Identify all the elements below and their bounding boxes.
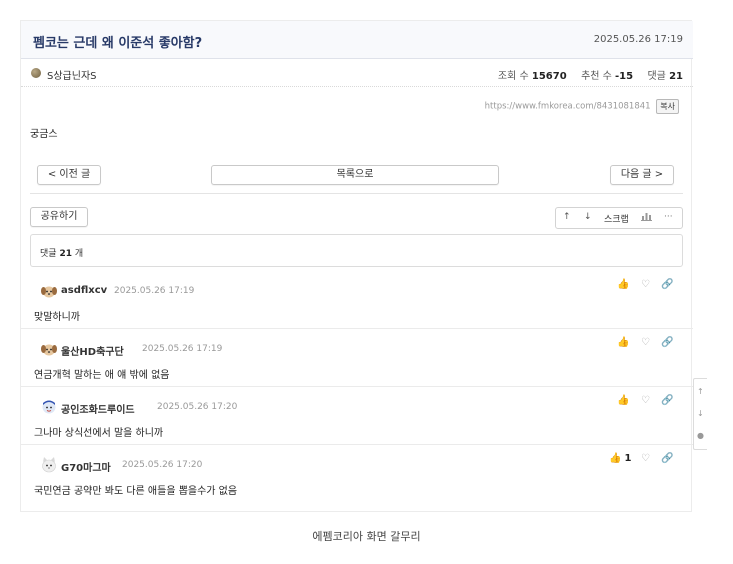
post-date: 2025.05.26 17:19 xyxy=(593,34,683,45)
permalink-row: https://www.fmkorea.com/8431081841 복사 xyxy=(485,99,679,114)
post-meta: S상급닌자S 조회 수 15670 추천 수 -15 댓글 21 xyxy=(21,59,693,87)
thumbs-up-icon[interactable]: 👍 xyxy=(617,337,629,348)
side-up-icon[interactable]: ↑ xyxy=(697,387,704,396)
comment-actions: 👍 1 ♡ 🔗 xyxy=(609,453,677,469)
permalink-url[interactable]: https://www.fmkorea.com/8431081841 xyxy=(485,102,651,112)
comment-date: 2025.05.26 17:19 xyxy=(142,344,223,354)
comment-author[interactable]: G70마그마 xyxy=(61,459,111,474)
views-label: 조회 수 xyxy=(497,71,529,82)
comment-actions: 👍 ♡ 🔗 xyxy=(617,279,677,295)
copy-url-button[interactable]: 복사 xyxy=(656,99,679,114)
comment-text: 그나마 상식선에서 말을 하니까 xyxy=(34,428,164,439)
arrow-down-icon[interactable]: ↓ xyxy=(584,212,592,222)
level-badge-icon xyxy=(31,68,41,78)
next-post-button[interactable]: 다음 글 > xyxy=(610,165,674,185)
scrap-button[interactable]: 스크랩 xyxy=(604,212,629,225)
comment-date: 2025.05.26 17:20 xyxy=(157,402,238,412)
post-header: 펨코는 근데 왜 이준석 좋아함? 2025.05.26 17:19 xyxy=(21,21,693,59)
comment-item: 공인조화드루이드 2025.05.26 17:20 그나마 상식선에서 말을 하… xyxy=(21,387,693,445)
comment-text: 연금개혁 말하는 애 얘 밖에 없음 xyxy=(34,370,170,381)
thumbs-down-icon[interactable]: ♡ xyxy=(641,453,650,464)
cat-avatar-icon xyxy=(39,457,59,473)
bar-chart-icon[interactable] xyxy=(641,212,652,224)
side-down-icon[interactable]: ↓ xyxy=(697,409,704,418)
post-stats: 조회 수 15670 추천 수 -15 댓글 21 xyxy=(498,67,683,82)
comment-item: G70마그마 2025.05.26 17:20 국민연금 공약만 봐도 다른 애… xyxy=(21,445,693,503)
comment-text: 맞말하니까 xyxy=(34,312,80,323)
arrow-up-icon[interactable]: ↑ xyxy=(563,212,571,222)
dog-avatar-icon xyxy=(39,283,59,299)
thumbs-up-icon[interactable]: 👍 xyxy=(617,279,629,290)
character-avatar-icon xyxy=(39,399,59,415)
post-title[interactable]: 펨코는 근데 왜 이준석 좋아함? xyxy=(33,32,202,51)
like-count: 1 xyxy=(624,453,632,464)
comment-item: asdflxcv 2025.05.26 17:19 맞말하니까 👍 ♡ 🔗 xyxy=(21,271,693,329)
comment-text: 국민연금 공약만 봐도 다른 애들을 뽑을수가 없음 xyxy=(34,486,238,497)
thumbs-up-icon[interactable]: 👍 xyxy=(617,395,629,406)
thumbs-down-icon[interactable]: ♡ xyxy=(641,337,650,348)
comment-count-unit: 개 xyxy=(74,249,84,259)
votes-count: -15 xyxy=(615,71,634,82)
comment-author[interactable]: 공인조화드루이드 xyxy=(61,401,135,416)
post-author[interactable]: S상급닌자S xyxy=(47,67,97,82)
comment-date: 2025.05.26 17:20 xyxy=(122,460,203,470)
comment-author[interactable]: asdflxcv xyxy=(61,285,107,296)
comment-count-number: 21 xyxy=(59,249,72,259)
link-icon[interactable]: 🔗 xyxy=(661,337,673,348)
post-tools: ↑ ↓ 스크랩 ··· xyxy=(555,207,683,229)
comments-count: 21 xyxy=(669,71,683,82)
comment-actions: 👍 ♡ 🔗 xyxy=(617,337,677,353)
dog-avatar-icon xyxy=(39,341,59,357)
comment-summary: 댓글 21 개 xyxy=(30,234,683,267)
comment-count: 댓글 21 개 xyxy=(40,246,83,259)
views-count: 15670 xyxy=(531,71,567,82)
side-scroll-panel[interactable]: ↑ ↓ ● xyxy=(693,378,707,450)
comment-date: 2025.05.26 17:19 xyxy=(114,286,195,296)
more-options-icon[interactable]: ··· xyxy=(664,212,673,222)
votes-label: 추천 수 xyxy=(581,71,612,82)
divider xyxy=(30,193,683,194)
post-body: 궁금스 xyxy=(30,129,58,140)
comment-count-label: 댓글 xyxy=(40,249,57,259)
comment-author[interactable]: 울산HD축구단 xyxy=(61,343,124,358)
side-chat-icon[interactable]: ● xyxy=(697,431,704,440)
comments-label: 댓글 xyxy=(647,71,666,82)
link-icon[interactable]: 🔗 xyxy=(661,279,673,290)
post-container: 펨코는 근데 왜 이준석 좋아함? 2025.05.26 17:19 S상급닌자… xyxy=(20,20,693,512)
back-to-list-button[interactable]: 목록으로 xyxy=(211,165,499,185)
link-icon[interactable]: 🔗 xyxy=(661,395,673,406)
thumbs-down-icon[interactable]: ♡ xyxy=(641,279,650,290)
thumbs-down-icon[interactable]: ♡ xyxy=(641,395,650,406)
image-caption: 에펨코리아 화면 갈무리 xyxy=(312,530,421,543)
prev-post-button[interactable]: < 이전 글 xyxy=(37,165,101,185)
comment-item: 울산HD축구단 2025.05.26 17:19 연금개혁 말하는 애 얘 밖에… xyxy=(21,329,693,387)
share-button[interactable]: 공유하기 xyxy=(30,207,88,227)
thumbs-up-icon[interactable]: 👍 1 xyxy=(609,453,631,464)
comment-actions: 👍 ♡ 🔗 xyxy=(617,395,677,411)
link-icon[interactable]: 🔗 xyxy=(661,453,673,464)
